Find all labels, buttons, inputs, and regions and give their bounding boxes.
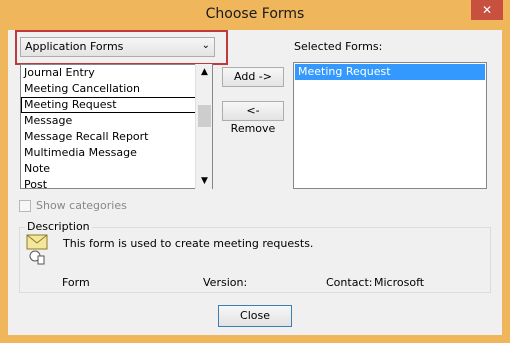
forms-list[interactable]: Journal Entry Meeting Cancellation Meeti…	[20, 64, 213, 189]
highlight-annotation	[15, 30, 228, 65]
list-item[interactable]: Meeting Request	[295, 64, 485, 80]
forms-list-scrollbar[interactable]: ▲ ▼	[195, 64, 212, 189]
close-button[interactable]: Close	[218, 305, 292, 327]
list-item[interactable]: Meeting Cancellation	[21, 81, 212, 97]
list-item[interactable]: Meeting Request	[21, 97, 212, 113]
contact-value: Microsoft	[374, 276, 425, 289]
list-item[interactable]: Multimedia Message	[21, 145, 212, 161]
list-item[interactable]: Post	[21, 177, 212, 188]
scroll-up-icon[interactable]: ▲	[196, 64, 213, 80]
selected-forms-list[interactable]: Meeting Request	[293, 62, 487, 189]
list-item[interactable]: Note	[21, 161, 212, 177]
choose-forms-dialog: Choose Forms ✕ Application Forms ⌄ Journ…	[0, 0, 510, 343]
dialog-body: Application Forms ⌄ Journal Entry Meetin…	[8, 30, 502, 335]
scroll-thumb[interactable]	[198, 105, 211, 127]
add-button[interactable]: Add ->	[222, 67, 284, 87]
meeting-request-icon	[26, 234, 48, 265]
title-bar: Choose Forms ✕	[0, 0, 510, 30]
list-item[interactable]: Message Recall Report	[21, 129, 212, 145]
list-item[interactable]: Message	[21, 113, 212, 129]
scroll-down-icon[interactable]: ▼	[196, 173, 213, 189]
list-item[interactable]: Journal Entry	[21, 65, 212, 81]
close-window-button[interactable]: ✕	[471, 0, 503, 20]
description-text: This form is used to create meeting requ…	[63, 237, 314, 250]
show-categories-checkbox[interactable]	[19, 200, 31, 212]
contact-label: Contact:	[326, 276, 373, 289]
dialog-title: Choose Forms	[205, 6, 305, 22]
selected-forms-label: Selected Forms:	[294, 40, 383, 53]
remove-button[interactable]: <- Remove	[222, 101, 284, 135]
version-label: Version:	[203, 276, 248, 289]
show-categories-label: Show categories	[36, 199, 127, 212]
form-label: Form	[62, 276, 90, 289]
